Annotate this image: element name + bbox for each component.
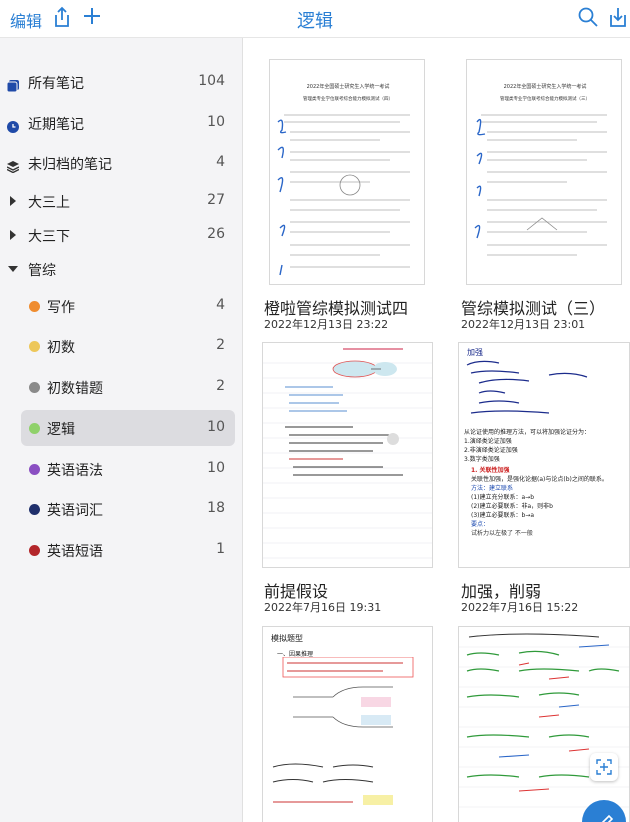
search-icon[interactable] <box>577 6 599 28</box>
handwriting-preview <box>459 633 629 808</box>
notes-page-preview <box>263 348 432 559</box>
note-date: 2022年12月13日 23:22 <box>264 318 389 331</box>
collapse-arrow-icon[interactable] <box>8 266 18 272</box>
thumb-line: 1.演绎类论证加强 <box>464 438 512 445</box>
exam-page-preview: 2022年全国硕士研究生入学统一考试 管理类专业学位联考综合能力模拟测试（三） <box>474 83 607 256</box>
expand-arrow-icon[interactable] <box>10 230 16 240</box>
sidebar-item-label: 英语短语 <box>47 544 103 560</box>
note-count: 27 <box>207 192 225 208</box>
folder-color-dot-icon <box>29 301 40 312</box>
note-count: 26 <box>207 226 225 242</box>
sidebar: 所有笔记 104 近期笔记 10 未归档的笔记 4 大三上 27 大三下 26 … <box>0 38 243 822</box>
top-toolbar: 编辑 逻辑 <box>0 0 630 38</box>
sidebar-item-logic[interactable]: 逻辑 10 <box>0 408 243 446</box>
sidebar-item-junior-spring[interactable]: 大三下 26 <box>0 217 243 253</box>
edit-button[interactable]: 编辑 <box>10 8 42 32</box>
sidebar-item-label: 所有笔记 <box>28 76 84 92</box>
sidebar-item-all-notes[interactable]: 所有笔记 104 <box>0 64 243 100</box>
sidebar-item-label: 英语语法 <box>47 463 103 479</box>
thumb-line: 关联性加强，是强化论据(a)与论点(b)之间的联系。 <box>471 476 608 483</box>
note-thumbnail[interactable] <box>262 342 433 568</box>
note-thumbnail[interactable]: 模拟题型 一、因果推理 <box>262 626 433 822</box>
sidebar-item-label: 初数 <box>47 340 75 356</box>
folder-color-dot-icon <box>29 464 40 475</box>
thumb-line: (3)建立必要联系：b→a <box>471 512 535 519</box>
note-count: 18 <box>207 500 225 516</box>
folder-color-dot-icon <box>29 545 40 556</box>
folder-color-dot-icon <box>29 341 40 352</box>
all-notes-icon <box>6 77 19 93</box>
expand-arrow-icon[interactable] <box>10 196 16 206</box>
note-count: 2 <box>216 378 225 394</box>
note-thumbnail[interactable] <box>458 626 630 822</box>
thumb-line: 从论证使用的推理方法，可以将加强论证分为： <box>464 429 591 436</box>
compose-icon <box>601 814 614 822</box>
folder-color-dot-icon <box>29 504 40 515</box>
thumb-header: 2022年全国硕士研究生入学统一考试 <box>307 83 390 90</box>
import-icon[interactable] <box>608 6 628 28</box>
share-icon[interactable] <box>52 6 72 28</box>
sidebar-item-label: 管综 <box>28 263 56 279</box>
sidebar-item-label: 初数错题 <box>47 381 103 397</box>
folder-color-dot-icon <box>29 382 40 393</box>
sidebar-item-writing[interactable]: 写作 4 <box>0 288 243 324</box>
sidebar-item-unarchived[interactable]: 未归档的笔记 4 <box>0 145 243 181</box>
notes-grid: 2022年全国硕士研究生入学统一考试 管理类专业学位联考综合能力模拟测试（四） <box>244 39 630 822</box>
note-count: 4 <box>216 154 225 170</box>
note-date: 2022年7月16日 15:22 <box>461 601 579 614</box>
sidebar-item-label: 英语词汇 <box>47 503 103 519</box>
thumb-subheader: 管理类专业学位联考综合能力模拟测试（四） <box>303 95 393 102</box>
note-count: 4 <box>216 297 225 313</box>
page-title: 逻辑 <box>297 11 333 32</box>
note-count: 2 <box>216 337 225 353</box>
sidebar-item-label: 近期笔记 <box>28 117 84 133</box>
thumb-line: 2.非演绎类论证加强 <box>464 447 518 454</box>
sidebar-item-label: 大三上 <box>28 195 70 211</box>
note-count: 10 <box>207 460 225 476</box>
folder-color-dot-icon <box>29 423 40 434</box>
sidebar-item-junior-fall[interactable]: 大三上 27 <box>0 183 243 219</box>
note-thumbnail[interactable]: 2022年全国硕士研究生入学统一考试 管理类专业学位联考综合能力模拟测试（三） <box>466 59 622 285</box>
sidebar-item-guanzong[interactable]: 管综 <box>0 251 243 287</box>
sidebar-item-english-vocab[interactable]: 英语词汇 18 <box>0 491 243 527</box>
thumb-line: 方法：建立联系 <box>471 485 514 492</box>
thumb-line: (1)建立充分联系：a→b <box>471 494 535 501</box>
thumb-subheader: 管理类专业学位联考综合能力模拟测试（三） <box>500 95 590 102</box>
add-icon[interactable] <box>82 6 102 26</box>
thumb-heading: 模拟题型 <box>271 634 303 643</box>
sidebar-item-math-mistakes[interactable]: 初数错题 2 <box>0 369 243 405</box>
thumb-line: 1. 关联性加强 <box>471 467 510 474</box>
thumb-line: 要点： <box>471 521 490 528</box>
scan-document-button[interactable] <box>590 753 618 781</box>
thumb-header: 2022年全国硕士研究生入学统一考试 <box>504 83 587 90</box>
recent-clock-icon <box>7 118 19 133</box>
note-count: 10 <box>207 114 225 130</box>
note-thumbnail[interactable]: 加强 从论证使用的推理方法，可以将加强论证分为： 1.演绎类论证加强 2.非演绎… <box>458 342 630 568</box>
thumb-line: (2)建立必要联系：非a，则非b <box>471 503 553 510</box>
handwriting-preview <box>466 360 588 414</box>
new-note-button[interactable] <box>582 800 626 822</box>
thumb-line: 试析力以左极了 不一般 <box>471 530 533 537</box>
note-date: 2022年12月13日 23:01 <box>461 318 586 331</box>
note-count: 104 <box>198 73 225 89</box>
note-thumbnail[interactable]: 2022年全国硕士研究生入学统一考试 管理类专业学位联考综合能力模拟测试（四） <box>269 59 425 285</box>
sidebar-item-label: 大三下 <box>28 229 70 245</box>
note-date: 2022年7月16日 19:31 <box>264 601 382 614</box>
sidebar-item-label: 逻辑 <box>47 422 75 438</box>
note-count: 10 <box>207 419 225 435</box>
sidebar-item-label: 写作 <box>47 300 75 316</box>
sidebar-item-english-grammar[interactable]: 英语语法 10 <box>0 451 243 487</box>
note-count: 1 <box>216 541 225 557</box>
mindmap-preview <box>272 657 414 805</box>
sidebar-item-english-phrases[interactable]: 英语短语 1 <box>0 532 243 568</box>
scan-icon <box>596 759 612 775</box>
sidebar-item-label: 未归档的笔记 <box>28 157 112 173</box>
sidebar-item-math[interactable]: 初数 2 <box>0 328 243 364</box>
thumb-line: 3.数字类加强 <box>464 456 500 463</box>
unarchived-stack-icon <box>6 158 20 174</box>
sidebar-item-recent-notes[interactable]: 近期笔记 10 <box>0 105 243 141</box>
exam-page-preview: 2022年全国硕士研究生入学统一考试 管理类专业学位联考综合能力模拟测试（四） <box>277 83 410 276</box>
